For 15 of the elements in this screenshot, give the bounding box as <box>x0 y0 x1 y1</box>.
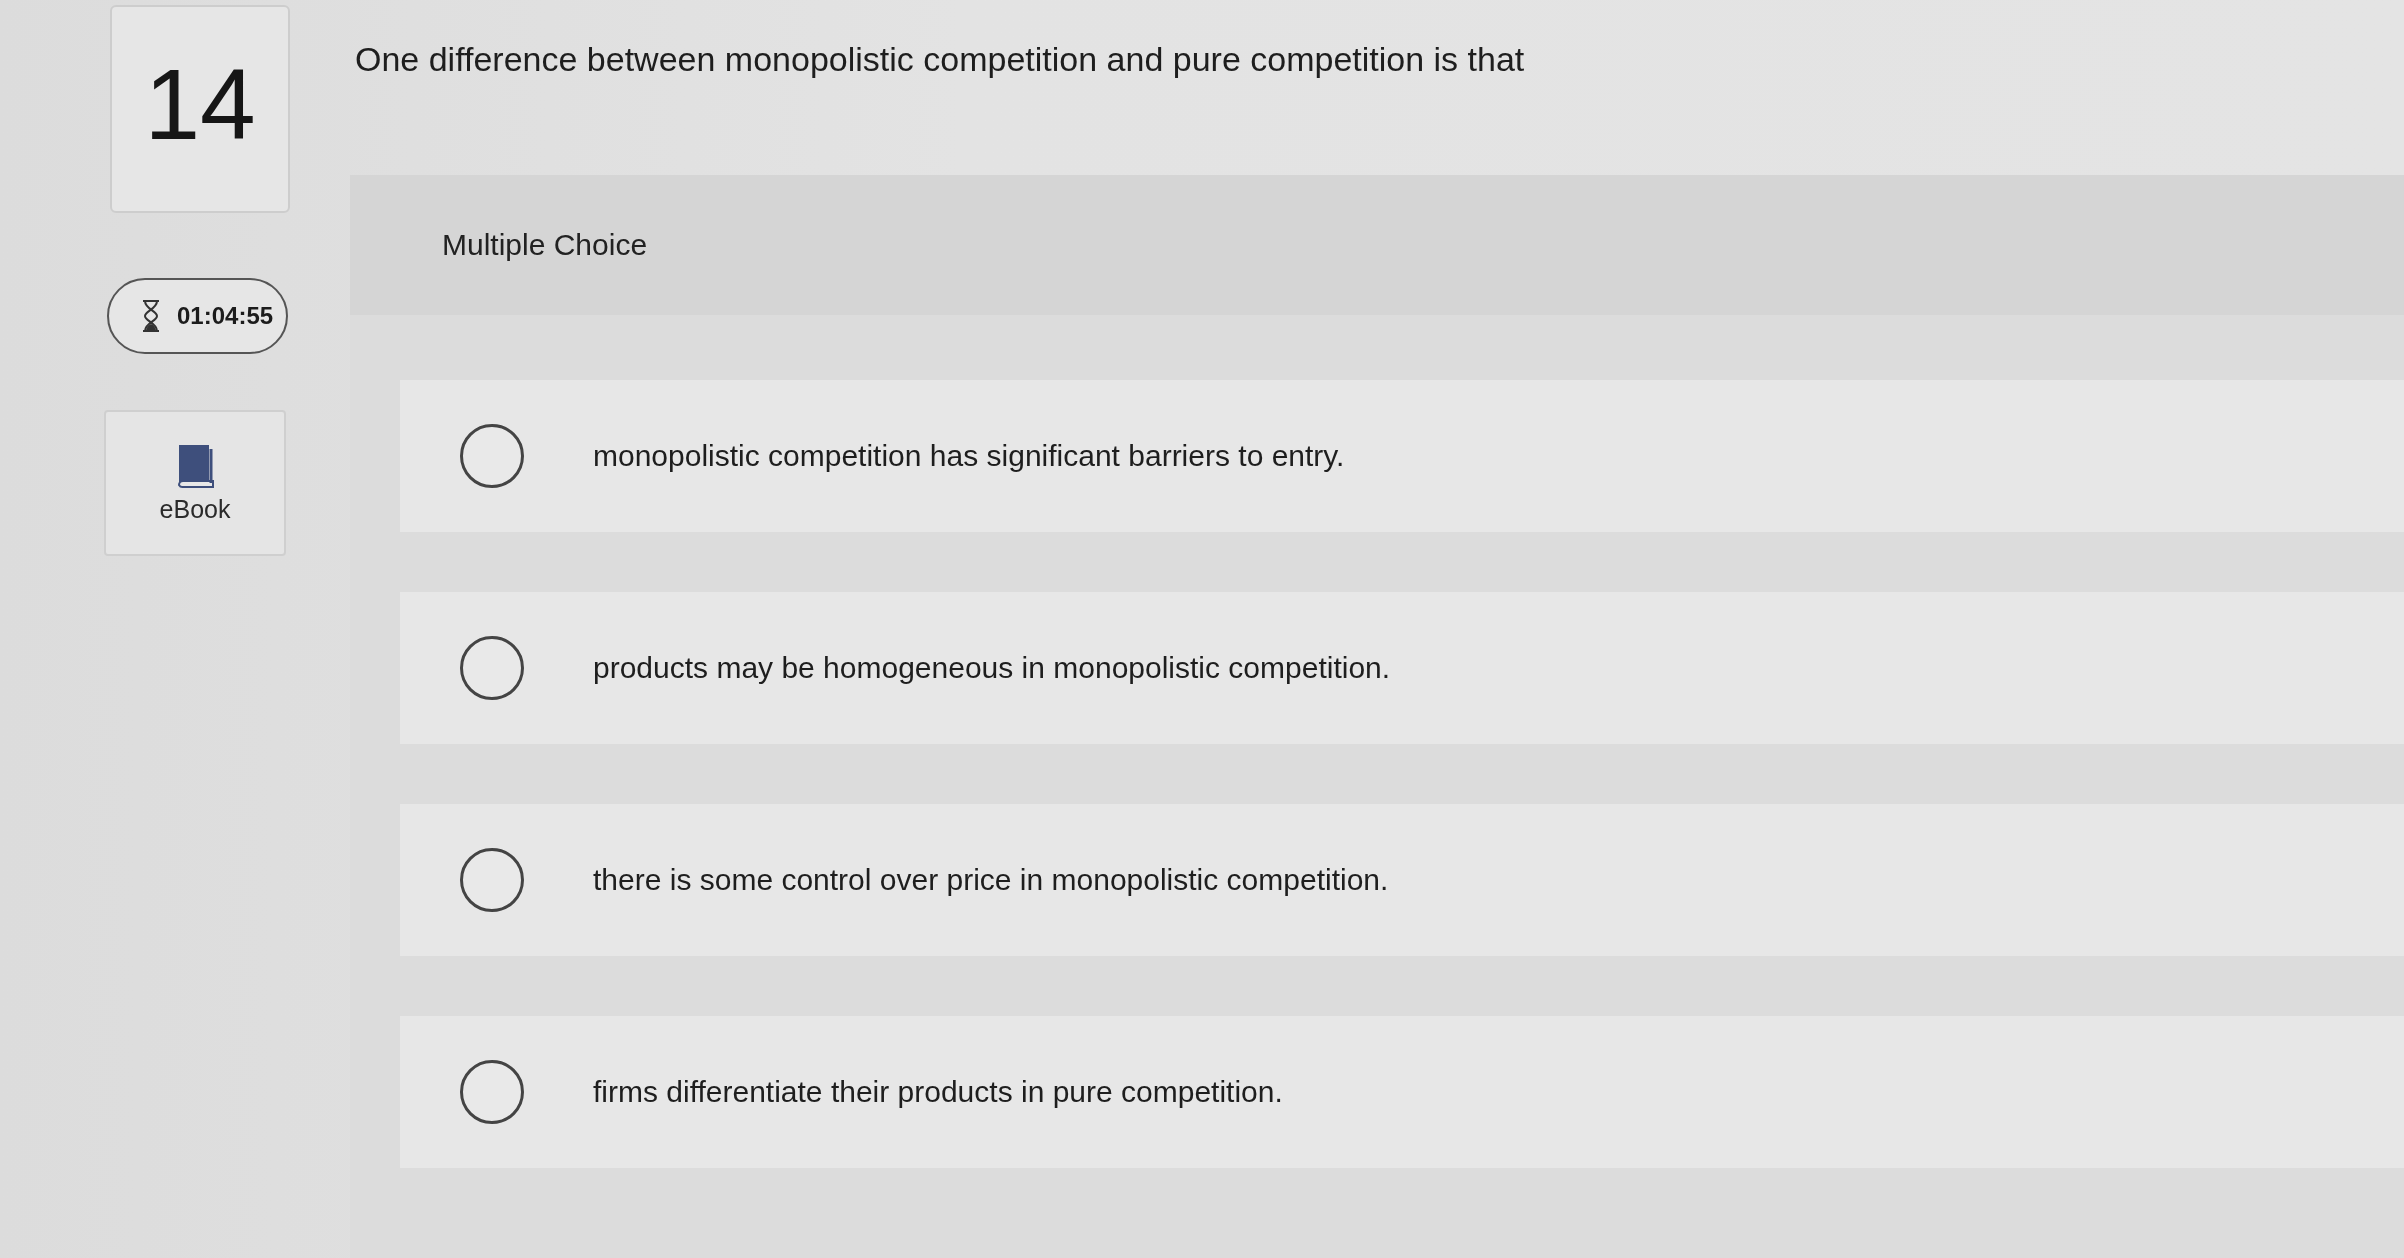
option-text: firms differentiate their products in pure competition. <box>593 1075 1283 1109</box>
radio-button[interactable] <box>460 424 524 488</box>
question-type-label: Multiple Choice <box>442 228 648 262</box>
radio-button[interactable] <box>460 848 524 912</box>
book-icon <box>175 442 215 489</box>
option-text: there is some control over price in monopolistic competition. <box>593 863 1389 897</box>
timer-text: 01:04:55 <box>177 302 274 330</box>
radio-button[interactable] <box>460 1060 524 1124</box>
question-text: One difference between monopolistic competition and pure competition is that <box>355 39 1525 80</box>
question-number: 14 <box>110 5 290 213</box>
hourglass-icon <box>141 299 161 333</box>
option-text: products may be homogeneous in monopolistic competition. <box>593 651 1391 685</box>
ebook-button[interactable]: eBook <box>104 410 286 556</box>
option-text: monopolistic competition has significant barriers to entry. <box>593 439 1345 473</box>
radio-button[interactable] <box>460 636 524 700</box>
